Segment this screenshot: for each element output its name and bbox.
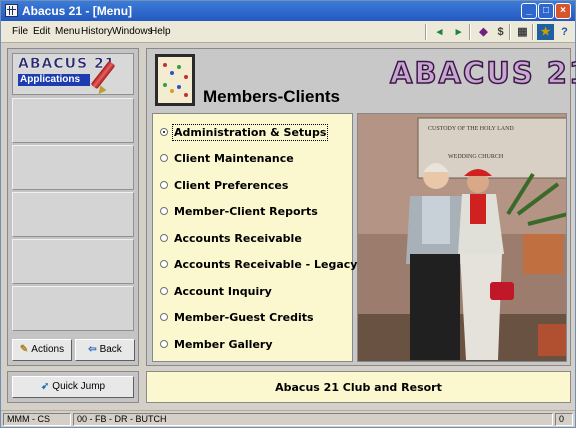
calculator-icon[interactable]: ▦ bbox=[514, 24, 531, 40]
sign-line-1: CUSTODY OF THE HOLY LAND bbox=[428, 126, 514, 132]
arrow-left-icon[interactable]: ◂ bbox=[431, 24, 448, 40]
title-bar: Abacus 21 - [Menu] _ □ × bbox=[1, 1, 575, 21]
photo-illustration: CUSTODY OF THE HOLY LAND WEDDING CHURCH bbox=[358, 114, 566, 361]
application-slot[interactable] bbox=[12, 192, 134, 237]
menu-bar: File Edit Menu History Windows Help ◂ ▸ … bbox=[1, 21, 575, 43]
minimize-button[interactable]: _ bbox=[521, 3, 537, 19]
status-location: 00 - FB - DR - BUTCH bbox=[73, 413, 553, 426]
menu-options-list: Administration & Setups Client Maintenan… bbox=[152, 113, 357, 362]
applications-sidebar: ABACUS 21 Applications ✎ Actions ⇦ Back bbox=[7, 48, 139, 366]
close-button[interactable]: × bbox=[555, 3, 571, 19]
toolbar-separator bbox=[425, 24, 427, 40]
radio-button[interactable] bbox=[160, 313, 168, 321]
application-slot[interactable] bbox=[12, 286, 134, 331]
menu-edit[interactable]: Edit bbox=[33, 26, 50, 37]
dollar-icon[interactable]: $ bbox=[492, 24, 509, 40]
window-title: Abacus 21 - [Menu] bbox=[22, 4, 133, 18]
abacus21-brand-logo: ABACUS 21 bbox=[389, 55, 576, 91]
panel-header: Members-Clients ABACUS 21 bbox=[153, 54, 576, 109]
menu-help[interactable]: Help bbox=[150, 26, 171, 37]
arrow-right-icon[interactable]: ▸ bbox=[450, 24, 467, 40]
application-slot[interactable] bbox=[12, 239, 134, 284]
quick-jump-panel: ➶ Quick Jump bbox=[7, 371, 139, 403]
maximize-button[interactable]: □ bbox=[538, 3, 554, 19]
menu-menu[interactable]: Menu bbox=[55, 26, 80, 37]
member-photo: CUSTODY OF THE HOLY LAND WEDDING CHURCH bbox=[357, 113, 567, 362]
radio-button[interactable] bbox=[160, 207, 168, 215]
toolbar-separator bbox=[509, 24, 511, 40]
abacus-icon bbox=[155, 54, 195, 106]
club-footer: Abacus 21 Club and Resort bbox=[146, 371, 571, 403]
radio-button[interactable] bbox=[160, 260, 168, 268]
menu-file[interactable]: File bbox=[12, 26, 28, 37]
members-clients-panel: Members-Clients ABACUS 21 Administration… bbox=[146, 48, 576, 366]
toolbar-separator bbox=[532, 24, 534, 40]
jump-icon: ➶ bbox=[40, 381, 50, 392]
pencil-icon: ✎ bbox=[19, 344, 29, 355]
status-count: 0 bbox=[555, 413, 573, 426]
club-name: Abacus 21 Club and Resort bbox=[275, 381, 442, 394]
status-user: MMM - CS bbox=[3, 413, 71, 426]
quick-jump-label: Quick Jump bbox=[52, 381, 106, 392]
book-icon[interactable]: ◆ bbox=[475, 24, 492, 40]
back-button[interactable]: ⇦ Back bbox=[75, 339, 135, 361]
radio-button[interactable] bbox=[160, 128, 168, 136]
actions-button[interactable]: ✎ Actions bbox=[12, 339, 72, 361]
radio-button[interactable] bbox=[160, 181, 168, 189]
abacus-applications-logo[interactable]: ABACUS 21 Applications bbox=[12, 53, 134, 97]
application-window: Abacus 21 - [Menu] _ □ × File Edit Menu … bbox=[0, 0, 576, 428]
help-icon[interactable]: ? bbox=[556, 24, 573, 40]
abacus-app-icon[interactable] bbox=[5, 4, 18, 17]
page-title: Members-Clients bbox=[203, 87, 340, 106]
application-slot[interactable] bbox=[12, 98, 134, 143]
radio-button[interactable] bbox=[160, 340, 168, 348]
radio-button[interactable] bbox=[160, 154, 168, 162]
back-arrow-icon: ⇦ bbox=[88, 344, 97, 355]
menu-windows[interactable]: Windows bbox=[112, 26, 153, 37]
logo-subtitle: Applications bbox=[18, 74, 90, 86]
menu-history[interactable]: History bbox=[81, 26, 112, 37]
back-label: Back bbox=[99, 344, 122, 355]
radio-button[interactable] bbox=[160, 287, 168, 295]
quick-jump-button[interactable]: ➶ Quick Jump bbox=[12, 376, 134, 398]
status-bar: MMM - CS 00 - FB - DR - BUTCH 0 bbox=[1, 410, 575, 427]
actions-label: Actions bbox=[31, 344, 65, 355]
radio-button[interactable] bbox=[160, 234, 168, 242]
runner-icon[interactable]: ★ bbox=[537, 24, 554, 40]
application-slot[interactable] bbox=[12, 145, 134, 190]
sign-line-2: WEDDING CHURCH bbox=[448, 154, 504, 160]
toolbar-separator bbox=[469, 24, 471, 40]
